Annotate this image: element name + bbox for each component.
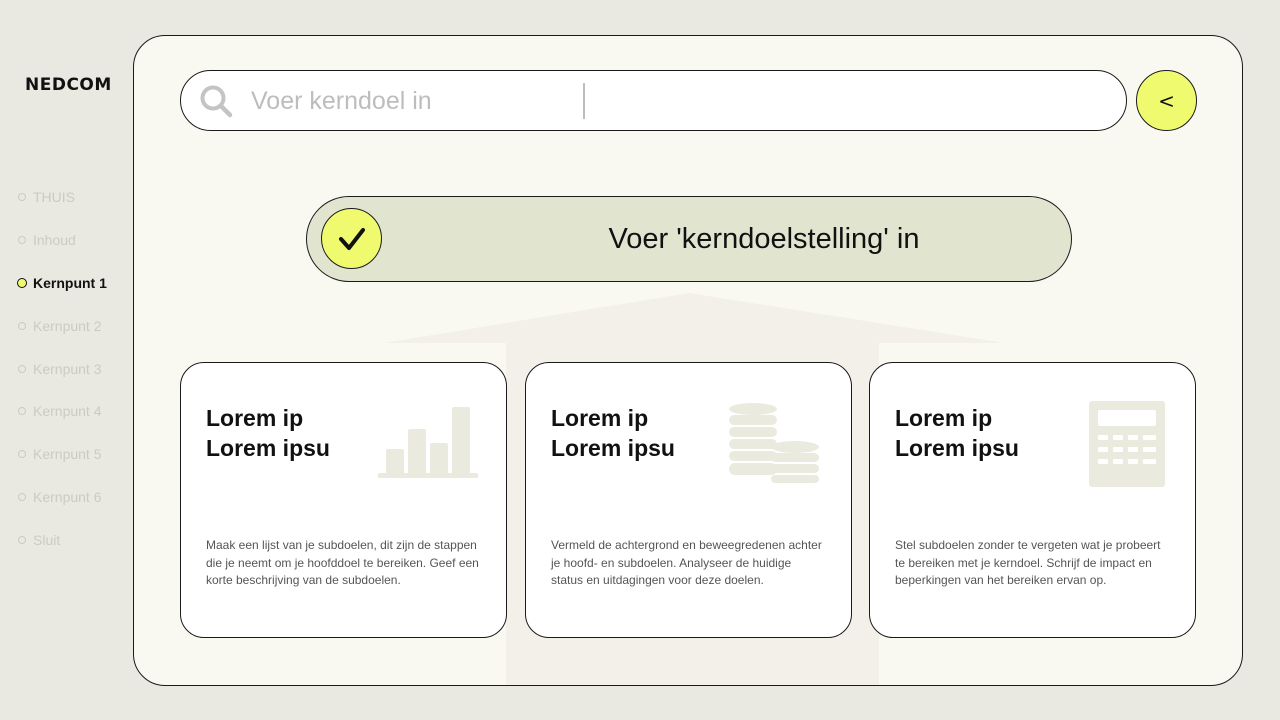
- nav-item-label: Kernpunt 3: [33, 360, 102, 377]
- nav-dot-icon: [17, 277, 27, 288]
- nav-item-label: THUIS: [33, 189, 75, 206]
- nav-dot-icon: [18, 236, 26, 245]
- goal-text: Voer 'kerndoelstelling' in: [608, 223, 920, 255]
- nav-item-kernpunt-5[interactable]: Kernpunt 5: [18, 433, 107, 476]
- nav-item-thuis[interactable]: THUIS: [18, 176, 107, 219]
- nav-dot-icon: [18, 364, 26, 373]
- card-impact[interactable]: Lorem ip Lorem ipsu Stel subdoelen zonde…: [869, 362, 1196, 638]
- check-icon: [338, 227, 365, 250]
- search-bar: [180, 70, 1127, 131]
- nav-item-label: Kernpunt 6: [33, 488, 102, 505]
- nav-item-kernpunt-6[interactable]: Kernpunt 6: [18, 476, 107, 519]
- nav-item-kernpunt-1[interactable]: Kernpunt 1: [17, 262, 107, 305]
- nav-dot-icon: [18, 450, 26, 459]
- search-input[interactable]: [251, 81, 1071, 121]
- nav-item-label: Kernpunt 2: [33, 317, 102, 334]
- coins-icon: [729, 403, 819, 483]
- card-achtergrond[interactable]: Lorem ip Lorem ipsu Vermeld de achtergro…: [525, 362, 852, 638]
- card-title: Lorem ip Lorem ipsu: [551, 403, 675, 463]
- main-panel: < Voer 'kerndoelstelling' in Lorem ip Lo…: [133, 35, 1243, 686]
- text-caret: [583, 83, 585, 119]
- goal-bar[interactable]: Voer 'kerndoelstelling' in: [306, 196, 1072, 282]
- nav-dot-icon: [18, 535, 26, 544]
- card-description: Stel subdoelen zonder te vergeten wat je…: [895, 538, 1161, 587]
- nav-item-sluit[interactable]: Sluit: [18, 518, 107, 561]
- check-button[interactable]: [321, 208, 382, 269]
- nav-item-label: Inhoud: [33, 232, 76, 249]
- calculator-icon: [1089, 401, 1165, 487]
- card-title-line: Lorem ip: [206, 405, 304, 431]
- search-icon: [200, 85, 233, 118]
- sidebar-nav: THUIS Inhoud Kernpunt 1 Kernpunt 2 Kernp…: [17, 176, 107, 561]
- card-description: Maak een lijst van je subdoelen, dit zij…: [206, 538, 479, 587]
- nav-item-kernpunt-3[interactable]: Kernpunt 3: [18, 347, 107, 390]
- card-title: Lorem ip Lorem ipsu: [895, 403, 1019, 463]
- nav-item-inhoud[interactable]: Inhoud: [18, 219, 107, 262]
- card-title-line: Lorem ipsu: [551, 435, 675, 461]
- bar-chart-icon: [378, 407, 478, 478]
- card-title: Lorem ip Lorem ipsu: [206, 403, 330, 463]
- card-title-line: Lorem ipsu: [895, 435, 1019, 461]
- card-title-line: Lorem ip: [551, 405, 649, 431]
- nav-item-label: Sluit: [33, 531, 61, 548]
- card-subdoelen[interactable]: Lorem ip Lorem ipsu Maak een lijst van j…: [180, 362, 507, 638]
- nav-dot-icon: [18, 492, 26, 501]
- card-description: Vermeld de achtergrond en beweegredenen …: [551, 538, 822, 587]
- nav-item-kernpunt-2[interactable]: Kernpunt 2: [18, 304, 107, 347]
- nav-dot-icon: [18, 407, 26, 416]
- nav-item-label: Kernpunt 5: [33, 446, 102, 463]
- nav-dot-icon: [18, 321, 26, 330]
- card-title-line: Lorem ipsu: [206, 435, 330, 461]
- nav-dot-icon: [18, 193, 26, 202]
- card-title-line: Lorem ip: [895, 405, 993, 431]
- back-button[interactable]: <: [1136, 70, 1197, 131]
- brand-logo: NEDCOM: [25, 75, 112, 95]
- nav-item-label: Kernpunt 4: [33, 403, 102, 420]
- nav-item-label: Kernpunt 1: [33, 274, 107, 291]
- nav-item-kernpunt-4[interactable]: Kernpunt 4: [18, 390, 107, 433]
